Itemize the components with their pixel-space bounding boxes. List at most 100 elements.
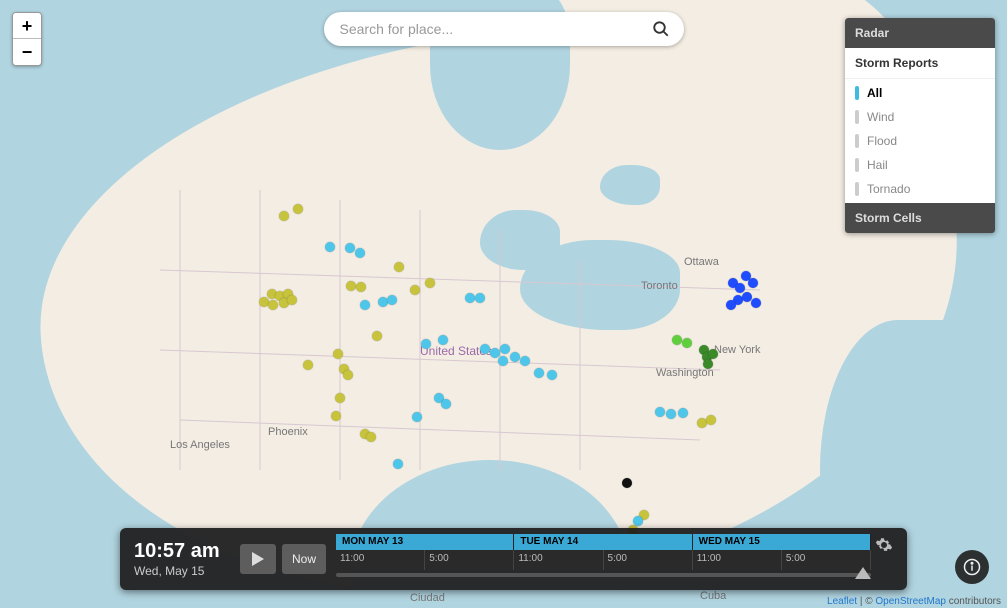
storm-report-dot[interactable]: [520, 356, 530, 366]
timeline-settings-button[interactable]: [871, 534, 897, 584]
storm-report-dot[interactable]: [335, 393, 345, 403]
storm-report-dot[interactable]: [708, 349, 718, 359]
search-icon[interactable]: [652, 20, 670, 38]
osm-link[interactable]: OpenStreetMap: [875, 596, 946, 607]
option-indicator: [855, 110, 859, 124]
storm-report-dot[interactable]: [355, 248, 365, 258]
zoom-out-button[interactable]: −: [13, 39, 41, 65]
layer-option-hail[interactable]: Hail: [845, 153, 995, 177]
play-button[interactable]: [240, 544, 276, 574]
label-cuba: Cuba: [700, 590, 726, 602]
storm-report-dot[interactable]: [438, 335, 448, 345]
timeline-progress[interactable]: [336, 573, 871, 577]
label-ciudad: Ciudad: [410, 592, 445, 604]
search-input[interactable]: [338, 20, 652, 38]
layer-radar-header[interactable]: Radar: [845, 18, 995, 48]
zoom-in-button[interactable]: +: [13, 13, 41, 39]
option-label: Wind: [867, 110, 894, 124]
label-phoenix: Phoenix: [268, 426, 308, 438]
info-button[interactable]: [955, 550, 989, 584]
timeline-day[interactable]: WED MAY 15: [693, 534, 871, 550]
label-toronto: Toronto: [641, 280, 678, 292]
layer-storm-cells-header[interactable]: Storm Cells: [845, 203, 995, 233]
storm-report-dot[interactable]: [748, 278, 758, 288]
timeline-hour[interactable]: 11:00: [336, 550, 425, 570]
storm-report-dot[interactable]: [633, 516, 643, 526]
label-new-york: New York: [714, 344, 760, 356]
storm-report-dot[interactable]: [475, 293, 485, 303]
layer-option-all[interactable]: All: [845, 81, 995, 105]
storm-report-dot[interactable]: [735, 283, 745, 293]
option-indicator: [855, 86, 859, 100]
storm-report-dot[interactable]: [441, 399, 451, 409]
attribution-sep: | ©: [857, 596, 875, 607]
storm-report-dot[interactable]: [345, 243, 355, 253]
map-viewport[interactable]: United States New York Washington Toront…: [0, 0, 1007, 608]
storm-report-dot[interactable]: [751, 298, 761, 308]
storm-report-dot[interactable]: [547, 370, 557, 380]
storm-report-dot[interactable]: [465, 293, 475, 303]
storm-report-dot[interactable]: [703, 359, 713, 369]
storm-report-dot[interactable]: [331, 411, 341, 421]
label-washington: Washington: [656, 367, 714, 379]
current-time: 10:57 am: [134, 541, 230, 561]
gear-icon: [875, 536, 893, 554]
layer-option-wind[interactable]: Wind: [845, 105, 995, 129]
storm-report-dot[interactable]: [500, 344, 510, 354]
layer-option-flood[interactable]: Flood: [845, 129, 995, 153]
timeline-cursor[interactable]: [855, 567, 871, 579]
timeline-track[interactable]: MON MAY 13TUE MAY 14WED MAY 15 11:005:00…: [336, 534, 871, 584]
storm-report-dot[interactable]: [678, 408, 688, 418]
now-button[interactable]: Now: [282, 544, 326, 574]
storm-report-dot[interactable]: [303, 360, 313, 370]
storm-report-dot[interactable]: [287, 295, 297, 305]
storm-report-dot[interactable]: [268, 300, 278, 310]
storm-report-dot[interactable]: [394, 262, 404, 272]
storm-report-dot[interactable]: [360, 300, 370, 310]
timeline-day[interactable]: TUE MAY 14: [514, 534, 692, 550]
storm-report-dot[interactable]: [666, 409, 676, 419]
storm-report-dot[interactable]: [372, 331, 382, 341]
storm-report-dot[interactable]: [706, 415, 716, 425]
timeline-hour[interactable]: 11:00: [514, 550, 603, 570]
storm-report-dot[interactable]: [279, 211, 289, 221]
storm-report-dot[interactable]: [356, 282, 366, 292]
storm-report-dot[interactable]: [480, 344, 490, 354]
storm-report-dot[interactable]: [655, 407, 665, 417]
storm-report-dot[interactable]: [366, 432, 376, 442]
storm-report-dot[interactable]: [343, 370, 353, 380]
search-bar: [324, 12, 684, 46]
timeline-bar: 10:57 am Wed, May 15 Now MON MAY 13TUE M…: [120, 528, 907, 590]
storm-report-dot[interactable]: [421, 339, 431, 349]
timeline-hour[interactable]: 5:00: [604, 550, 693, 570]
storm-report-dot[interactable]: [412, 412, 422, 422]
current-date: Wed, May 15: [134, 564, 230, 578]
option-indicator: [855, 158, 859, 172]
leaflet-link[interactable]: Leaflet: [827, 596, 857, 607]
timeline-hour[interactable]: 11:00: [693, 550, 782, 570]
storm-report-dot[interactable]: [622, 478, 632, 488]
storm-report-dot[interactable]: [346, 281, 356, 291]
storm-report-dot[interactable]: [387, 295, 397, 305]
storm-report-dot[interactable]: [510, 352, 520, 362]
map-attribution: Leaflet | © OpenStreetMap contributors: [827, 596, 1001, 607]
storm-report-dot[interactable]: [333, 349, 343, 359]
storm-report-dot[interactable]: [672, 335, 682, 345]
storm-report-dot[interactable]: [498, 356, 508, 366]
storm-report-dot[interactable]: [534, 368, 544, 378]
timeline-day[interactable]: MON MAY 13: [336, 534, 514, 550]
storm-report-dot[interactable]: [682, 338, 692, 348]
storm-report-dot[interactable]: [325, 242, 335, 252]
timeline-current: 10:57 am Wed, May 15: [130, 534, 230, 584]
layer-panel: Radar Storm Reports AllWindFloodHailTorn…: [845, 18, 995, 233]
label-ottawa: Ottawa: [684, 256, 719, 268]
storm-report-dot[interactable]: [726, 300, 736, 310]
timeline-hour[interactable]: 5:00: [425, 550, 514, 570]
storm-report-dot[interactable]: [293, 204, 303, 214]
storm-report-dot[interactable]: [393, 459, 403, 469]
layer-option-tornado[interactable]: Tornado: [845, 177, 995, 201]
storm-report-dot[interactable]: [410, 285, 420, 295]
label-los-angeles: Los Angeles: [170, 439, 230, 451]
storm-report-dot[interactable]: [425, 278, 435, 288]
map-water: [480, 210, 560, 270]
